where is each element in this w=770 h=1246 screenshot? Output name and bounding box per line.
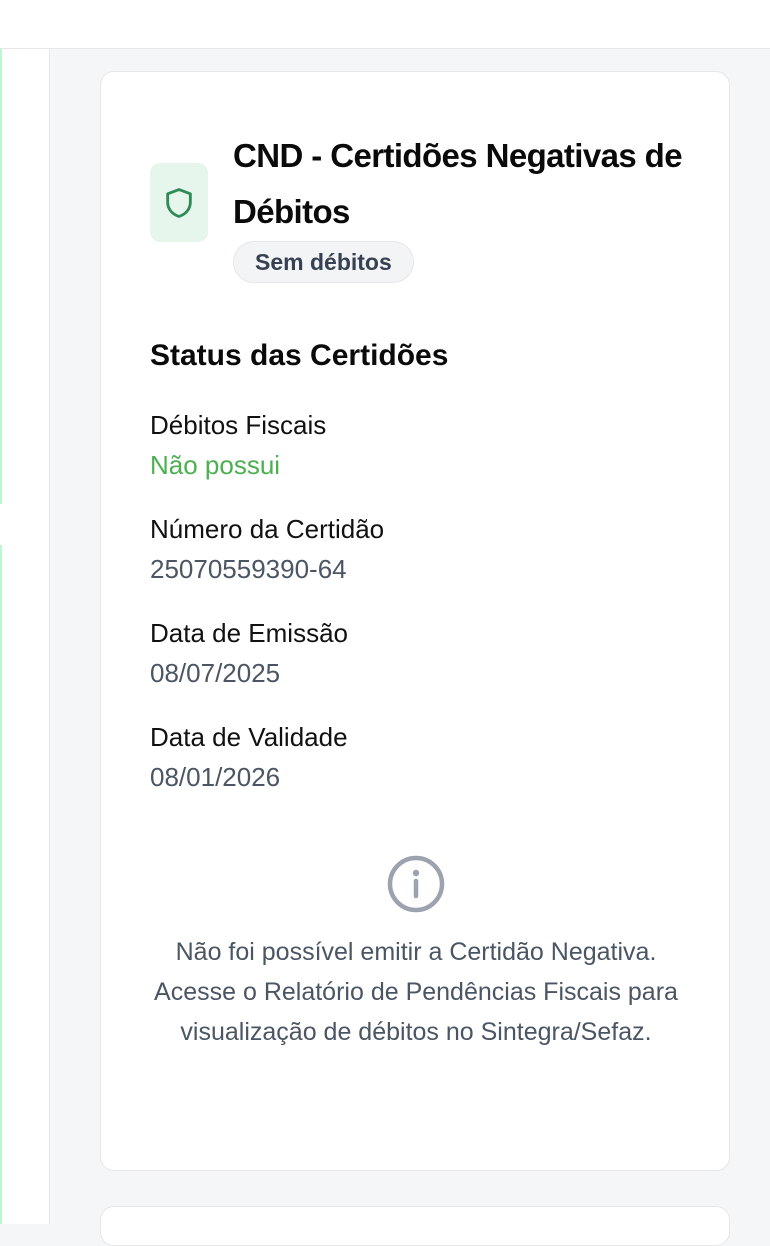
top-bar <box>0 0 770 49</box>
field-value: Não possui <box>150 450 281 480</box>
field-label: Número da Certidão <box>150 514 385 544</box>
sidebar <box>0 49 50 1224</box>
section-title: Status das Certidões <box>150 339 449 372</box>
field-data-emissao: Data de Emissão 08/07/2025 <box>150 613 650 693</box>
card-title: CND - Certidões Negativas de Débitos <box>233 137 683 230</box>
cnd-icon-tile <box>150 163 208 242</box>
field-label: Data de Emissão <box>150 618 348 648</box>
status-badge: Sem débitos <box>233 241 414 283</box>
field-value: 25070559390-64 <box>150 554 347 584</box>
field-label: Débitos Fiscais <box>150 410 327 440</box>
field-value: 08/01/2026 <box>150 762 281 792</box>
sidebar-accent-line <box>0 545 2 1224</box>
shield-icon <box>166 187 192 218</box>
next-card <box>100 1206 730 1246</box>
field-debitos-fiscais: Débitos Fiscais Não possui <box>150 405 650 485</box>
field-data-validade: Data de Validade 08/01/2026 <box>150 717 650 797</box>
info-message: Não foi possível emitir a Certidão Negat… <box>154 938 678 1046</box>
field-numero-certidao: Número da Certidão 25070559390-64 <box>150 509 650 589</box>
field-value: 08/07/2025 <box>150 658 281 688</box>
info-icon <box>387 855 445 913</box>
cnd-card: CND - Certidões Negativas de Débitos Sem… <box>100 71 730 1171</box>
field-label: Data de Validade <box>150 722 348 752</box>
sidebar-accent-line <box>0 49 2 504</box>
